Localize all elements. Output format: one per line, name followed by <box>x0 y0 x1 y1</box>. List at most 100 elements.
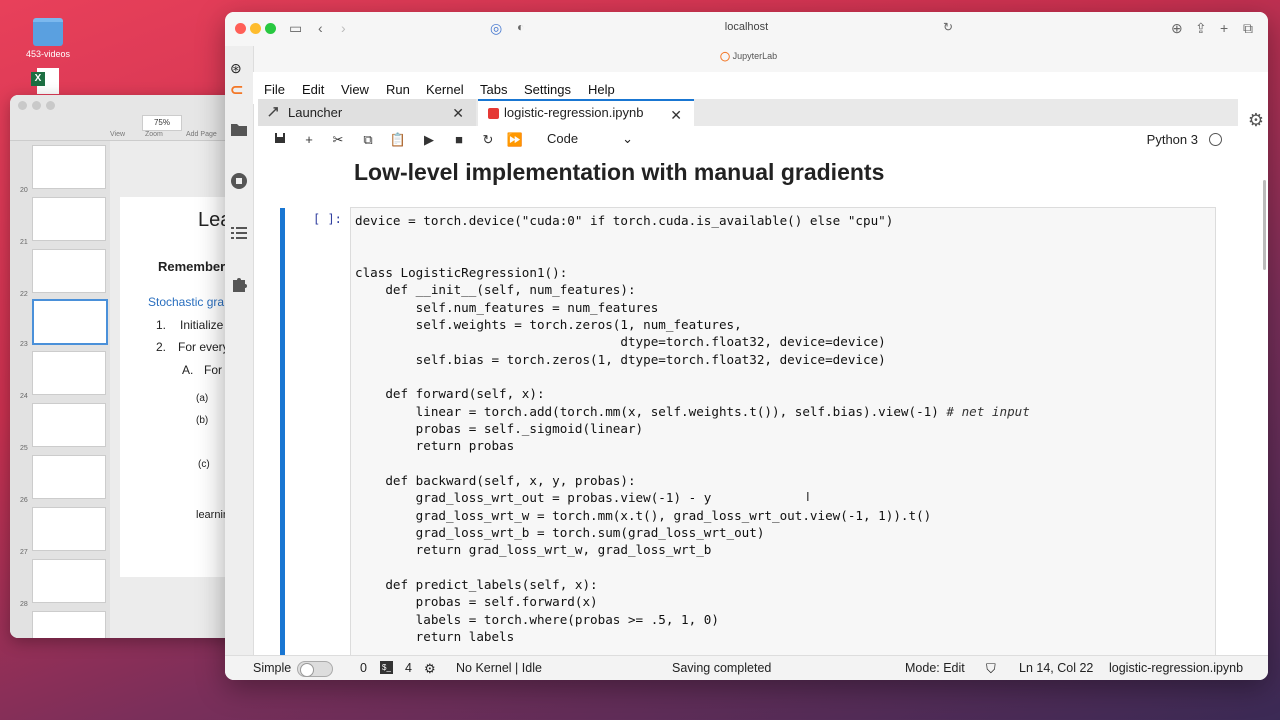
code-line: return labels <box>355 628 515 644</box>
slide-thumbnail[interactable] <box>32 403 106 447</box>
slide-number: 22 <box>20 291 28 298</box>
menu-help[interactable]: Help <box>588 82 615 97</box>
notebook-icon <box>488 108 499 119</box>
code-line: probas = self._sigmoid(linear) <box>355 420 644 436</box>
download-icon[interactable]: ⊕ <box>1171 20 1183 37</box>
scrollbar[interactable] <box>1263 180 1266 270</box>
tab-launcher[interactable]: Launcher ✕ <box>258 99 476 126</box>
code-line: self.bias = torch.zeros(1, dtype=torch.f… <box>355 351 886 367</box>
chevron-down-icon: ⌄ <box>622 131 633 146</box>
folder-icon[interactable] <box>230 120 248 138</box>
slide-thumbnail[interactable] <box>32 559 106 603</box>
slide-thumbnail[interactable] <box>32 611 106 638</box>
status-bar: Simple 0 $_ 4 ⚙ No Kernel | Idle Saving … <box>225 655 1268 680</box>
save-icon[interactable] <box>271 131 289 149</box>
copy-icon[interactable]: ⧉ <box>359 131 377 149</box>
slide-thumbnail[interactable] <box>32 507 106 551</box>
close-dot[interactable] <box>18 101 27 110</box>
activity-sidebar: ⊛ ⊂ <box>225 46 254 656</box>
share-icon[interactable]: ⇪ <box>1195 20 1207 37</box>
simple-mode-toggle[interactable] <box>297 661 333 677</box>
gear-icon[interactable]: ⚙ <box>1248 110 1264 131</box>
kernel-status-icon <box>1209 133 1222 146</box>
terminal-icon[interactable]: $_ <box>380 661 393 674</box>
view-button[interactable]: View <box>110 131 125 138</box>
new-tab-icon[interactable]: + <box>1220 20 1228 36</box>
kernel-status[interactable]: No Kernel | Idle <box>456 661 542 675</box>
slide-item-text: For every <box>178 340 229 354</box>
slide-number: 26 <box>20 497 28 504</box>
code-line: return grad_loss_wrt_w, grad_loss_wrt_b <box>355 542 712 558</box>
slide-sub-c: (c) <box>198 459 210 470</box>
desktop-folder[interactable]: 453-videos <box>20 18 76 59</box>
slide-thumbnails: 20 21 22 23 24 25 26 27 28 <box>10 141 110 638</box>
browser-page-title[interactable]: ◯ JupyterLab <box>720 51 777 62</box>
notebook-toolbar: + ✂ ⧉ 📋 ▶ ■ ↻ ⏩ Code ⌄ Python 3 <box>258 126 1238 155</box>
restart-icon[interactable]: ↻ <box>479 131 497 149</box>
slide-thumbnail[interactable] <box>32 455 106 499</box>
add-cell-icon[interactable]: + <box>300 131 318 149</box>
zoom-select[interactable]: 75% <box>142 115 182 131</box>
add-page-button[interactable]: Add Page <box>186 131 217 138</box>
slide-item-text: Initialize <box>180 318 224 332</box>
run-icon[interactable]: ▶ <box>420 131 438 149</box>
slide-number: 23 <box>20 341 28 348</box>
maximize-dot[interactable] <box>46 101 55 110</box>
slide-sub-b: (b) <box>196 415 209 426</box>
code-line: def forward(self, x): <box>355 386 545 402</box>
reload-icon[interactable]: ↻ <box>943 20 953 34</box>
github-icon[interactable]: ⊛ <box>230 60 248 78</box>
edit-mode[interactable]: Mode: Edit <box>905 661 965 675</box>
minimize-dot[interactable] <box>32 101 41 110</box>
extensions-icon[interactable] <box>230 276 248 294</box>
active-cell-indicator[interactable] <box>280 208 285 656</box>
folder-icon <box>33 18 63 46</box>
stop-icon[interactable]: ■ <box>450 131 468 149</box>
jupyter-logo-icon: ◯ <box>720 51 731 61</box>
menu-run[interactable]: Run <box>386 82 410 97</box>
desktop-excel-file[interactable]: X <box>31 68 63 94</box>
zoom-button[interactable]: Zoom <box>145 131 163 138</box>
kernel-name[interactable]: Python 3 <box>1147 132 1198 147</box>
document-tab-bar: Launcher ✕ logistic-regression.ipynb ✕ <box>258 99 1238 126</box>
simple-mode-label: Simple <box>253 661 292 675</box>
code-line: grad_loss_wrt_b = torch.sum(grad_loss_wr… <box>355 524 765 540</box>
menu-file[interactable]: File <box>264 82 285 97</box>
slide-thumbnail[interactable] <box>32 145 106 189</box>
text-cursor-icon: I <box>806 489 810 504</box>
kernel-settings-icon[interactable]: ⚙ <box>424 661 436 677</box>
slide-thumbnail-selected[interactable] <box>32 299 108 345</box>
tab-notebook[interactable]: logistic-regression.ipynb ✕ <box>478 99 694 126</box>
fast-forward-icon[interactable]: ⏩ <box>506 131 524 149</box>
cell-type-select[interactable]: Code ⌄ <box>547 131 633 147</box>
terminal-count[interactable]: 4 <box>405 661 412 675</box>
menu-settings[interactable]: Settings <box>524 82 571 97</box>
slide-thumbnail[interactable] <box>32 197 106 241</box>
cut-icon[interactable]: ✂ <box>329 131 347 149</box>
running-count[interactable]: 0 <box>360 661 367 675</box>
code-line: return probas <box>355 438 515 454</box>
slide-thumbnail[interactable] <box>32 249 106 293</box>
address-bar[interactable]: localhost <box>225 21 1268 33</box>
slide-thumbnail[interactable] <box>32 351 106 395</box>
menu-view[interactable]: View <box>341 82 369 97</box>
shield-icon[interactable]: ⛉ <box>986 661 996 677</box>
table-of-contents-icon[interactable] <box>230 224 248 242</box>
cursor-position[interactable]: Ln 14, Col 22 <box>1019 661 1093 675</box>
menu-edit[interactable]: Edit <box>302 82 324 97</box>
slide-item-number: 2. <box>156 340 167 354</box>
desktop-folder-label: 453-videos <box>25 49 71 59</box>
paste-icon[interactable]: 📋 <box>389 131 407 149</box>
menu-tabs[interactable]: Tabs <box>480 82 507 97</box>
close-icon[interactable]: ✕ <box>452 105 464 122</box>
slide-remember: Remember <box>158 259 226 274</box>
menu-kernel[interactable]: Kernel <box>426 82 464 97</box>
code-cell-editor[interactable]: device = torch.device("cuda:0" if torch.… <box>350 207 1216 656</box>
slide-sub-a: (a) <box>196 393 209 404</box>
close-icon[interactable]: ✕ <box>670 107 682 124</box>
tab-overview-icon[interactable]: ⧉ <box>1243 20 1253 37</box>
running-icon[interactable] <box>230 172 248 190</box>
slide-item-number: A. <box>182 363 194 377</box>
code-line: self.num_features = num_features <box>355 299 659 315</box>
cell-prompt: [ ]: <box>313 212 342 226</box>
